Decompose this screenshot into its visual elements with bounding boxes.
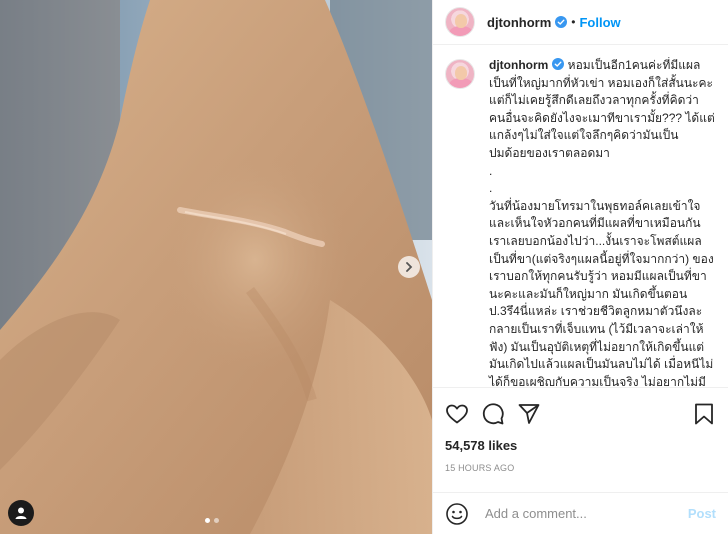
- comment-input[interactable]: [485, 506, 688, 521]
- header-username[interactable]: djtonhorm: [487, 15, 551, 30]
- emoji-icon[interactable]: [445, 502, 469, 526]
- caption: djtonhorm หอมเป็นอีก1คนค่ะที่มีแผลเป็นที…: [445, 57, 716, 386]
- avatar[interactable]: [445, 7, 475, 37]
- share-icon[interactable]: [517, 402, 541, 426]
- caption-avatar[interactable]: [445, 59, 475, 89]
- verified-badge-icon: [552, 58, 565, 70]
- post-comment-button[interactable]: Post: [688, 506, 716, 521]
- add-comment-bar: Post: [433, 492, 728, 534]
- post-timestamp[interactable]: 15 HOURS AGO: [445, 463, 716, 473]
- caption-username[interactable]: djtonhorm: [489, 58, 548, 72]
- user-tag-button[interactable]: [8, 500, 34, 526]
- post-side-panel: djtonhorm • Follow djtonhorm หอมเป็นอีก1…: [432, 0, 728, 534]
- caption-text-block: djtonhorm หอมเป็นอีก1คนค่ะที่มีแผลเป็นที…: [489, 57, 715, 386]
- post-media[interactable]: [0, 0, 432, 534]
- action-icons: [445, 388, 716, 440]
- separator-dot: •: [571, 15, 576, 29]
- carousel-dot: [214, 518, 219, 523]
- post-photo: [0, 0, 432, 534]
- carousel-dot-active: [205, 518, 210, 523]
- carousel-indicator: [205, 518, 219, 523]
- chevron-right-icon: [406, 262, 413, 272]
- likes-count[interactable]: 54,578 likes: [445, 438, 716, 453]
- comments-area[interactable]: djtonhorm หอมเป็นอีก1คนค่ะที่มีแผลเป็นที…: [433, 57, 728, 386]
- bookmark-icon[interactable]: [692, 402, 716, 426]
- post-actions: 54,578 likes 15 HOURS AGO: [433, 387, 728, 473]
- carousel-next-button[interactable]: [398, 256, 420, 278]
- comment-icon[interactable]: [481, 402, 505, 426]
- follow-button[interactable]: Follow: [579, 15, 620, 30]
- user-tag-icon: [15, 507, 27, 519]
- caption-text: หอมเป็นอีก1คนค่ะที่มีแผลเป็นที่ใหญ่มากที…: [489, 58, 715, 386]
- heart-icon[interactable]: [445, 402, 469, 426]
- post-header: djtonhorm • Follow: [433, 0, 728, 45]
- verified-badge-icon: [555, 16, 568, 28]
